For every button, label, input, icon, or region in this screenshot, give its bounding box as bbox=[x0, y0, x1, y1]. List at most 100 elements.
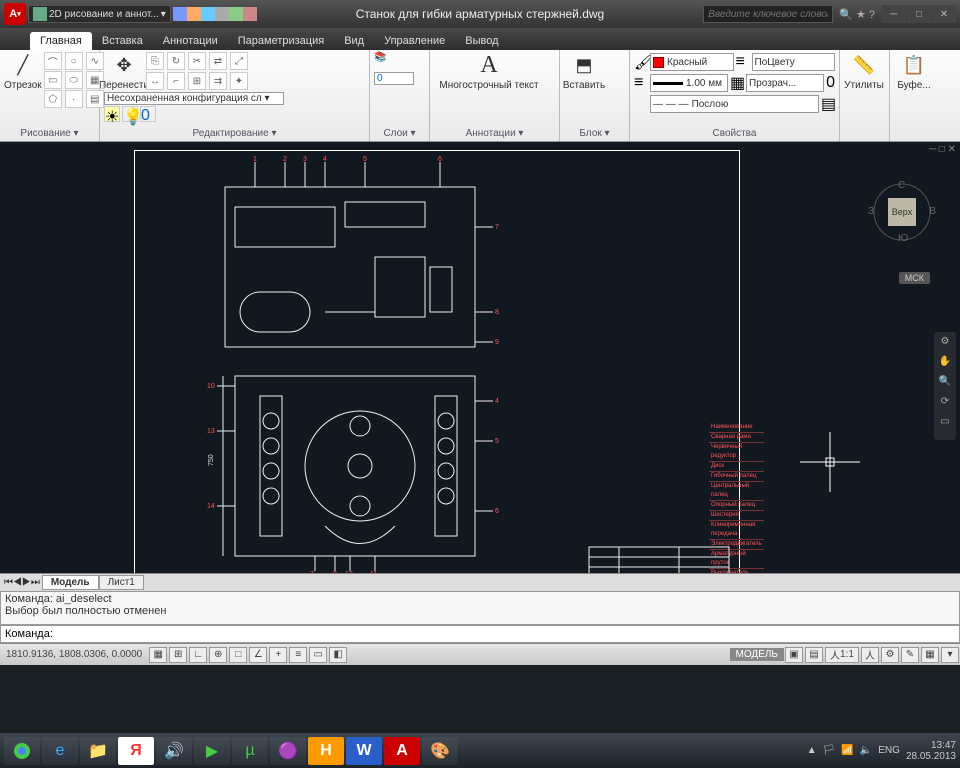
grid-toggle[interactable]: ⊞ bbox=[169, 647, 187, 663]
nav-pan-icon[interactable]: ✋ bbox=[934, 356, 956, 376]
autocad-icon[interactable]: A bbox=[384, 737, 420, 765]
app-green-icon[interactable]: ▶ bbox=[194, 737, 230, 765]
tab-param[interactable]: Параметризация bbox=[228, 32, 334, 50]
copy-icon[interactable]: ⎘ bbox=[146, 52, 164, 70]
clipboard-button[interactable]: 📋Буфе... bbox=[894, 52, 934, 91]
panel-title-draw[interactable]: Рисование ▾ bbox=[4, 126, 95, 141]
explorer-icon[interactable]: 📁 bbox=[80, 737, 116, 765]
qat-undo-icon[interactable] bbox=[229, 7, 243, 21]
sun-icon[interactable]: ☀ bbox=[104, 106, 120, 122]
util-button[interactable]: 📏Утилиты bbox=[844, 52, 884, 91]
nav-orbit-icon[interactable]: ⟳ bbox=[934, 396, 956, 416]
tab-home[interactable]: Главная bbox=[30, 32, 92, 50]
max-button[interactable]: □ bbox=[907, 5, 931, 23]
layer-icon[interactable]: 📚 bbox=[374, 52, 414, 70]
app-orb-icon[interactable]: 🟣 bbox=[270, 737, 306, 765]
insert-button[interactable]: ⬒Вставить bbox=[564, 52, 604, 91]
min-button[interactable]: ─ bbox=[882, 5, 906, 23]
tab-view[interactable]: Вид bbox=[334, 32, 374, 50]
nav-steer-icon[interactable]: ⚙ bbox=[934, 336, 956, 356]
viewcube-face[interactable]: Верх bbox=[888, 198, 916, 226]
qat-redo-icon[interactable] bbox=[243, 7, 257, 21]
model-tab[interactable]: Модель bbox=[42, 575, 99, 590]
mtext-button[interactable]: AМногострочный текст bbox=[434, 52, 544, 91]
layout-tab-1[interactable]: Лист1 bbox=[99, 575, 144, 590]
fillet-icon[interactable]: ⌐ bbox=[167, 72, 185, 90]
app-h-icon[interactable]: H bbox=[308, 737, 344, 765]
arc-icon[interactable]: ⌒ bbox=[44, 52, 62, 70]
sb-g[interactable]: ▾ bbox=[941, 647, 959, 663]
trans-icon[interactable]: ▦ bbox=[730, 73, 744, 93]
sb-c[interactable]: 人 bbox=[861, 647, 879, 663]
workspace-dropdown[interactable]: 2D рисование и аннот... ▾ bbox=[28, 5, 171, 23]
viewcube[interactable]: Верх С Ю В З bbox=[872, 182, 932, 242]
qat-new-icon[interactable] bbox=[173, 7, 187, 21]
lw-icon[interactable]: ≡ bbox=[634, 74, 648, 92]
line-button[interactable]: ╱Отрезок bbox=[4, 52, 42, 108]
trans-drop[interactable]: Прозрач... bbox=[746, 74, 824, 92]
tab-output[interactable]: Вывод bbox=[455, 32, 508, 50]
command-line[interactable]: Команда: bbox=[0, 625, 960, 643]
poly-icon[interactable]: ⬠ bbox=[44, 90, 62, 108]
ie-icon[interactable]: e bbox=[42, 737, 78, 765]
tab-insert[interactable]: Вставка bbox=[92, 32, 153, 50]
help-icons[interactable]: 🔍 ★ ? bbox=[839, 8, 875, 21]
nav-show-icon[interactable]: ▭ bbox=[934, 416, 956, 436]
layer-drop[interactable]: 0 bbox=[374, 72, 414, 85]
polar-toggle[interactable]: ⊕ bbox=[209, 647, 227, 663]
qat-save-icon[interactable] bbox=[201, 7, 215, 21]
osnap-toggle[interactable]: □ bbox=[229, 647, 247, 663]
move-button[interactable]: ✥Перенести bbox=[104, 52, 144, 91]
panel-title-layers[interactable]: Слои ▾ bbox=[374, 126, 425, 141]
trim-icon[interactable]: ✂ bbox=[188, 52, 206, 70]
close-button[interactable]: ✕ bbox=[932, 5, 956, 23]
qat-print-icon[interactable] bbox=[215, 7, 229, 21]
nav-zoom-icon[interactable]: 🔍 bbox=[934, 376, 956, 396]
paint-icon[interactable]: 🎨 bbox=[422, 737, 458, 765]
lineweight-drop[interactable]: 1.00 мм bbox=[650, 74, 728, 92]
offset-icon[interactable]: ⇉ bbox=[209, 72, 227, 90]
array-icon[interactable]: ⊞ bbox=[188, 72, 206, 90]
tab-manage[interactable]: Управление bbox=[374, 32, 455, 50]
doc-window-controls[interactable]: ─ □ ✕ bbox=[929, 144, 956, 155]
rotate-icon[interactable]: ↻ bbox=[167, 52, 185, 70]
word-icon[interactable]: W bbox=[346, 737, 382, 765]
list2-icon[interactable]: ▤ bbox=[821, 94, 835, 114]
search-input[interactable] bbox=[703, 5, 833, 23]
stretch-icon[interactable]: ↔ bbox=[146, 72, 164, 90]
wcs-badge[interactable]: МСК bbox=[899, 272, 930, 284]
match-icon[interactable]: 🖌 bbox=[634, 52, 648, 72]
yandex-icon[interactable]: Я bbox=[118, 737, 154, 765]
volume-icon[interactable]: 🔊 bbox=[156, 737, 192, 765]
circle-icon[interactable]: ○ bbox=[65, 52, 83, 70]
point-icon[interactable]: · bbox=[65, 90, 83, 108]
tab-nav-icons[interactable]: ⏮◀▶⏭ bbox=[2, 577, 42, 588]
panel-title-edit[interactable]: Редактирование ▾ bbox=[104, 126, 365, 141]
qp-toggle[interactable]: ▭ bbox=[309, 647, 327, 663]
sb-e[interactable]: ✎ bbox=[901, 647, 919, 663]
scale-readout[interactable]: 人 1:1 bbox=[825, 647, 859, 663]
system-tray[interactable]: ▲ 🏳 📶 🔈 ENG 13:47 28.05.2013 bbox=[807, 740, 956, 762]
ortho-toggle[interactable]: ∟ bbox=[189, 647, 207, 663]
tab-annotate[interactable]: Аннотации bbox=[153, 32, 228, 50]
otrack-toggle[interactable]: ∠ bbox=[249, 647, 267, 663]
space-badge[interactable]: МОДЕЛЬ bbox=[730, 648, 784, 661]
sc-toggle[interactable]: ◧ bbox=[329, 647, 347, 663]
mirror-icon[interactable]: ⇄ bbox=[209, 52, 227, 70]
color-drop[interactable]: Красный bbox=[650, 53, 734, 71]
annot-state-drop[interactable]: Несохраненная конфигурация сл ▾ bbox=[104, 92, 284, 105]
sb-f[interactable]: ▦ bbox=[921, 647, 939, 663]
snap-toggle[interactable]: ▦ bbox=[149, 647, 167, 663]
tray-flag-icon[interactable]: 🏳 bbox=[823, 745, 836, 756]
panel-title-block[interactable]: Блок ▾ bbox=[564, 126, 625, 141]
panel-title-annot[interactable]: Аннотации ▾ bbox=[434, 126, 555, 141]
dyn-toggle[interactable]: + bbox=[269, 647, 287, 663]
tray-vol-icon[interactable]: 🔈 bbox=[860, 745, 872, 756]
sb-d[interactable]: ⚙ bbox=[881, 647, 899, 663]
linetype-drop[interactable]: — — — Послою bbox=[650, 95, 819, 113]
utorrent-icon[interactable]: µ bbox=[232, 737, 268, 765]
lang-indicator[interactable]: ENG bbox=[878, 745, 900, 756]
bycolor-drop[interactable]: ПоЦвету bbox=[752, 53, 836, 71]
explode-icon[interactable]: ✦ bbox=[230, 72, 248, 90]
tray-up-icon[interactable]: ▲ bbox=[807, 745, 817, 756]
